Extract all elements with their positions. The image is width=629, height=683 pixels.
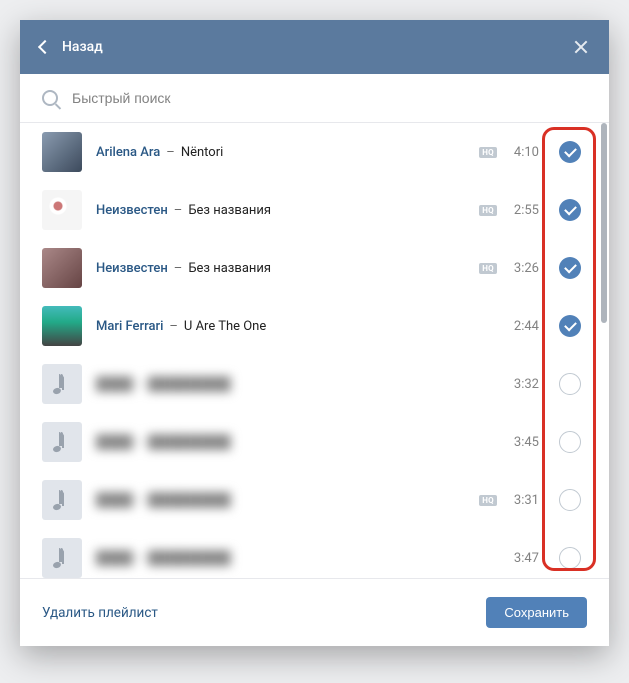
track-artist[interactable]: Неизвестен	[96, 203, 168, 218]
album-art	[42, 132, 82, 172]
back-icon[interactable]	[38, 40, 52, 54]
track-info: Arilena Ara–Nëntori	[96, 145, 479, 160]
search-icon	[42, 90, 58, 106]
scrollbar[interactable]	[601, 123, 607, 323]
track-cover	[42, 422, 82, 462]
track-checkbox[interactable]	[559, 199, 581, 221]
dialog-footer: Удалить плейлист Сохранить	[20, 578, 609, 646]
track-title: U Are The One	[184, 319, 266, 334]
track-artist[interactable]: Mari Ferrari	[96, 319, 163, 334]
album-art	[42, 306, 82, 346]
track-row[interactable]: ████ – █████████3:45	[20, 413, 601, 471]
track-checkbox[interactable]	[559, 257, 581, 279]
hq-badge: HQ	[479, 147, 497, 158]
separator: –	[166, 145, 175, 160]
separator: –	[174, 203, 183, 218]
search-bar	[20, 74, 609, 123]
track-checkbox[interactable]	[559, 547, 581, 569]
track-checkbox[interactable]	[559, 489, 581, 511]
track-duration: 3:32	[507, 377, 539, 392]
save-button[interactable]: Сохранить	[486, 597, 587, 628]
track-title: Без названия	[188, 203, 271, 218]
track-checkbox[interactable]	[559, 141, 581, 163]
music-note-icon	[53, 548, 71, 568]
track-title: Без названия	[188, 261, 271, 276]
track-cover	[42, 248, 82, 288]
track-row[interactable]: Неизвестен–Без названияHQ2:55	[20, 181, 601, 239]
track-info: Неизвестен–Без названия	[96, 261, 479, 276]
track-info: Неизвестен–Без названия	[96, 203, 479, 218]
track-checkbox[interactable]	[559, 373, 581, 395]
album-art	[42, 190, 82, 230]
track-duration: 2:44	[507, 319, 539, 334]
hq-badge: HQ	[479, 263, 497, 274]
track-duration: 3:45	[507, 435, 539, 450]
track-row[interactable]: ████ – █████████3:47	[20, 529, 601, 578]
track-duration: 3:47	[507, 551, 539, 566]
track-duration: 3:31	[507, 493, 539, 508]
track-cover	[42, 364, 82, 404]
track-row[interactable]: Неизвестен–Без названияHQ3:26	[20, 239, 601, 297]
music-note-icon	[53, 432, 71, 452]
track-title: Nëntori	[181, 145, 223, 160]
track-artist[interactable]: Arilena Ara	[96, 145, 160, 160]
track-duration: 3:26	[507, 261, 539, 276]
hq-badge: HQ	[479, 495, 497, 506]
track-info: ████ – █████████	[96, 434, 507, 450]
track-row[interactable]: ████ – █████████HQ 3:31	[20, 471, 601, 529]
track-cover	[42, 306, 82, 346]
playlist-dialog: Назад Arilena Ara–NëntoriHQ4:10Неизвесте…	[20, 20, 609, 646]
music-note-icon	[53, 490, 71, 510]
track-list-wrapper: Arilena Ara–NëntoriHQ4:10Неизвестен–Без …	[20, 123, 609, 578]
hq-badge: HQ	[479, 205, 497, 216]
track-info: ████ – █████████	[96, 492, 479, 508]
track-cover	[42, 480, 82, 520]
close-icon[interactable]	[573, 39, 589, 55]
track-cover	[42, 190, 82, 230]
header-title[interactable]: Назад	[62, 39, 103, 55]
track-checkbox[interactable]	[559, 431, 581, 453]
track-row[interactable]: Mari Ferrari–U Are The One2:44	[20, 297, 601, 355]
music-note-icon	[53, 374, 71, 394]
separator: –	[174, 261, 183, 276]
search-input[interactable]	[72, 90, 587, 106]
separator: –	[169, 319, 178, 334]
track-cover	[42, 538, 82, 578]
track-info: ████ – █████████	[96, 550, 507, 566]
delete-playlist-link[interactable]: Удалить плейлист	[42, 605, 158, 621]
track-artist[interactable]: Неизвестен	[96, 261, 168, 276]
track-row[interactable]: ████ – █████████3:32	[20, 355, 601, 413]
track-info: Mari Ferrari–U Are The One	[96, 319, 507, 334]
album-art	[42, 248, 82, 288]
track-row[interactable]: Arilena Ara–NëntoriHQ4:10	[20, 123, 601, 181]
track-duration: 2:55	[507, 203, 539, 218]
track-info: ████ – █████████	[96, 376, 507, 392]
track-list[interactable]: Arilena Ara–NëntoriHQ4:10Неизвестен–Без …	[20, 123, 609, 578]
track-checkbox[interactable]	[559, 315, 581, 337]
dialog-header: Назад	[20, 20, 609, 74]
track-duration: 4:10	[507, 145, 539, 160]
track-cover	[42, 132, 82, 172]
